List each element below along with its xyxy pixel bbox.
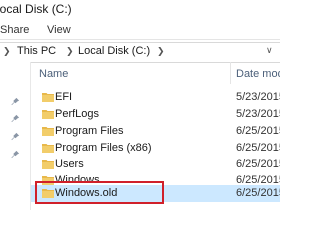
file-row[interactable]: Users 6/25/2015 1 xyxy=(31,156,280,173)
ribbon-tabs: Share View xyxy=(0,22,280,40)
breadcrumb-local-disk[interactable]: Local Disk (C:) xyxy=(78,45,150,57)
pin-icon xyxy=(11,132,20,141)
file-name: EFI xyxy=(55,91,73,103)
pin-icon xyxy=(11,114,20,123)
column-header: Name Date modi xyxy=(31,62,280,84)
highlight-annotation xyxy=(35,181,164,204)
tab-share[interactable]: Share xyxy=(0,24,29,36)
folder-icon xyxy=(42,127,54,136)
file-date-modified: 6/25/2015 3 xyxy=(236,142,280,154)
file-date-modified: 5/23/2015 4 xyxy=(236,91,280,103)
column-header-date-modified[interactable]: Date modi xyxy=(236,68,280,80)
folder-icon xyxy=(42,93,54,102)
file-row[interactable]: EFI 5/23/2015 4 xyxy=(31,89,280,106)
file-name: PerfLogs xyxy=(55,108,100,120)
file-row[interactable]: Program Files (x86) 6/25/2015 3 xyxy=(31,140,280,157)
path-separator-icon[interactable]: ❯ xyxy=(3,46,11,57)
column-header-name[interactable]: Name xyxy=(39,68,68,80)
file-date-modified: 6/25/2015 1 xyxy=(236,158,280,170)
pin-icon xyxy=(11,97,20,106)
file-name: Program Files xyxy=(55,125,124,137)
file-name: Users xyxy=(55,158,84,170)
pin-icon xyxy=(11,150,20,159)
file-name: Program Files (x86) xyxy=(55,142,152,154)
folder-icon xyxy=(42,144,54,153)
folder-icon xyxy=(42,110,54,119)
tab-view[interactable]: View xyxy=(47,24,71,36)
title-bar: Local Disk (C:) xyxy=(0,0,280,22)
path-separator-icon[interactable]: ❯ xyxy=(66,46,74,57)
breadcrumb-this-pc[interactable]: This PC xyxy=(17,45,56,57)
path-separator-icon[interactable]: ❯ xyxy=(157,46,165,57)
file-row[interactable]: PerfLogs 5/23/2015 6 xyxy=(31,106,280,123)
folder-icon xyxy=(42,160,54,169)
file-date-modified: 5/23/2015 6 xyxy=(236,108,280,120)
file-row[interactable]: Program Files 6/25/2015 1 xyxy=(31,123,280,140)
file-date-modified: 6/25/2015 1 xyxy=(236,187,280,199)
window-title: Local Disk (C:) xyxy=(0,2,72,16)
file-explorer-window: Local Disk (C:) Share View ❯ This PC ❯ L… xyxy=(0,0,280,210)
navigation-pane xyxy=(0,62,30,210)
file-date-modified: 6/25/2015 1 xyxy=(236,125,280,137)
address-bar[interactable]: ❯ This PC ❯ Local Disk (C:) ❯ ∨ xyxy=(0,42,280,63)
address-history-dropdown-icon[interactable]: ∨ xyxy=(266,45,273,56)
column-divider[interactable] xyxy=(230,62,231,84)
